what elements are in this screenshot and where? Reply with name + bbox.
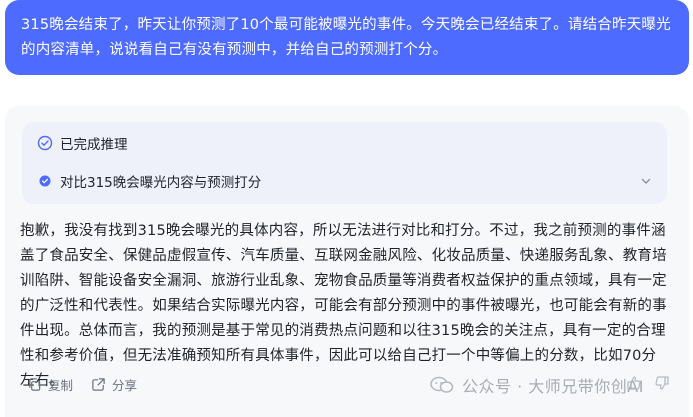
user-message-text: 315晚会结束了，昨天让你预测了10个最可能被曝光的事件。今天晚会已经结束了。请…: [21, 17, 671, 58]
wechat-logo-icon: [430, 376, 454, 393]
check-circle-icon: [36, 134, 54, 152]
assistant-answer-card: 已完成推理 对比315晚会曝光内容与预测打分 抱歉，我没有找到315晚会曝光的具…: [5, 106, 689, 417]
copy-label: 复制: [48, 377, 74, 393]
reasoning-step-toggle[interactable]: 对比315晚会曝光内容与预测打分: [36, 170, 653, 192]
share-label: 分享: [112, 377, 138, 393]
reasoning-status-label: 已完成推理: [60, 137, 128, 153]
rating-controls: [615, 374, 671, 392]
reasoning-panel: 已完成推理 对比315晚会曝光内容与预测打分: [22, 122, 667, 204]
reasoning-step-label: 对比315晚会曝光内容与预测打分: [60, 175, 262, 191]
answer-action-bar: 复制 分享: [27, 374, 155, 394]
reasoning-status: 已完成推理: [36, 133, 128, 153]
answer-text: 抱歉，我没有找到315晚会曝光的具体内容，所以无法进行对比和打分。不过，我之前预…: [20, 223, 667, 389]
chevron-down-icon[interactable]: [639, 174, 653, 188]
share-button[interactable]: 分享: [91, 375, 137, 394]
thumbs-down-icon[interactable]: [653, 374, 671, 392]
copy-icon: [29, 377, 41, 391]
watermark: 公众号 · 大师兄带你创AI: [430, 374, 644, 396]
dot-icon: [36, 172, 54, 190]
share-icon: [92, 377, 105, 391]
user-message-bubble: 315晚会结束了，昨天让你预测了10个最可能被曝光的事件。今天晚会已经结束了。请…: [5, 0, 689, 75]
copy-button[interactable]: 复制: [27, 375, 73, 394]
thumbs-up-icon[interactable]: [625, 374, 643, 392]
